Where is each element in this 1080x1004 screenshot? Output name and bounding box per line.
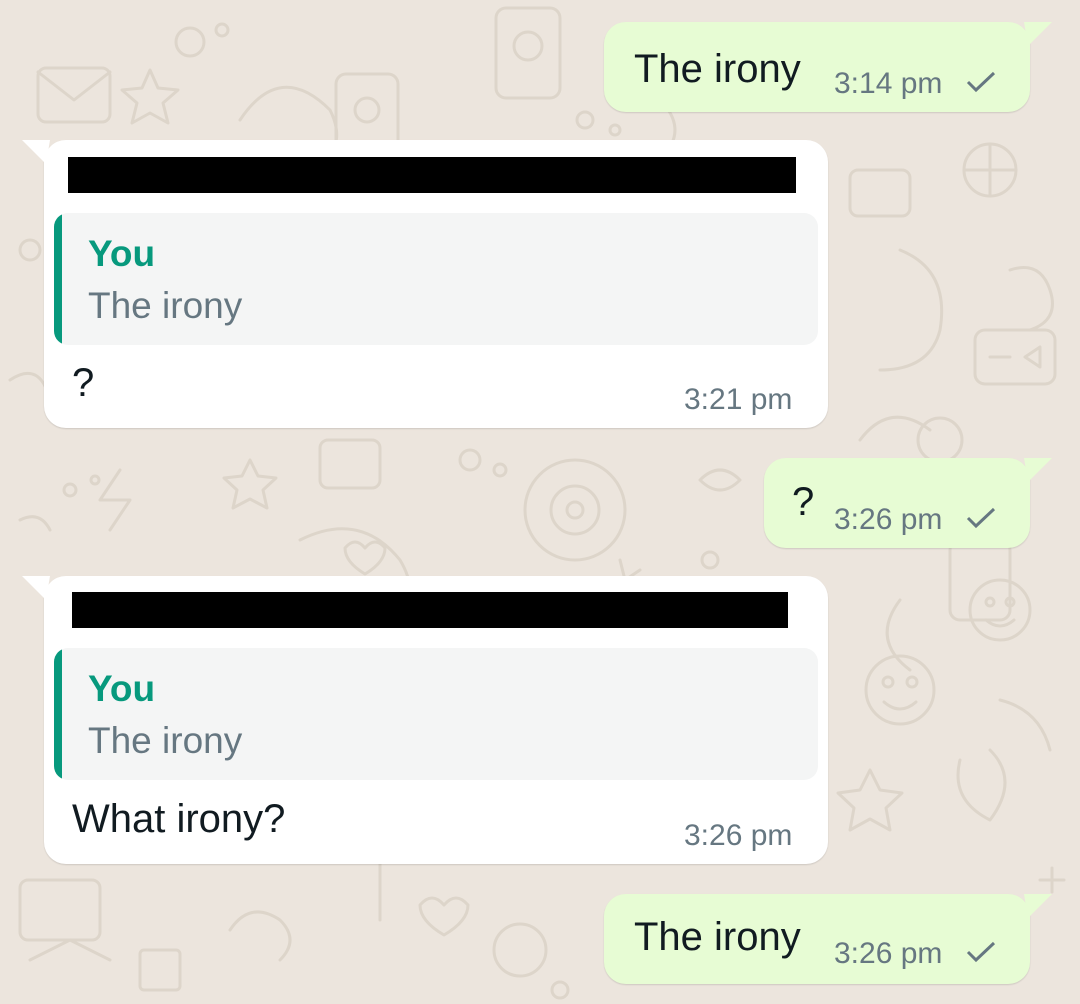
redacted-sender-name (72, 592, 788, 628)
single-check-icon (966, 71, 996, 93)
message-time: 3:26 pm (834, 503, 943, 536)
redacted-sender-name (68, 157, 796, 193)
quote-text: The irony (88, 285, 243, 326)
message-time: 3:26 pm (834, 937, 943, 970)
outgoing-message[interactable]: The irony 3:26 pm (604, 894, 1052, 984)
single-check-icon (966, 941, 996, 963)
incoming-message[interactable]: You The irony What irony? 3:26 pm (22, 576, 828, 864)
message-text: ? (792, 480, 815, 524)
quoted-reply[interactable]: You The irony (54, 648, 818, 780)
message-time: 3:14 pm (834, 67, 943, 100)
bubble-tail (22, 576, 50, 600)
message-text: The irony (634, 915, 801, 959)
bubble-tail (22, 140, 50, 164)
outgoing-message[interactable]: ? 3:26 pm (764, 458, 1052, 548)
message-time: 3:26 pm (684, 819, 793, 852)
bubble-tail (1024, 458, 1052, 482)
quote-author: You (88, 233, 156, 274)
quoted-reply[interactable]: You The irony (54, 213, 818, 345)
message-text: The irony (634, 47, 801, 91)
quote-text: The irony (88, 720, 243, 761)
bubble-tail (1024, 22, 1052, 46)
bubble-tail (1024, 894, 1052, 918)
message-time: 3:21 pm (684, 383, 793, 416)
quote-author: You (88, 668, 156, 709)
outgoing-message[interactable]: The irony 3:14 pm (604, 22, 1052, 112)
message-text: What irony? (72, 797, 286, 841)
quote-accent-bar (54, 213, 62, 345)
quote-accent-bar (54, 648, 62, 780)
message-text: ? (72, 361, 95, 405)
single-check-icon (966, 507, 996, 529)
incoming-message[interactable]: You The irony ? 3:21 pm (22, 140, 828, 428)
